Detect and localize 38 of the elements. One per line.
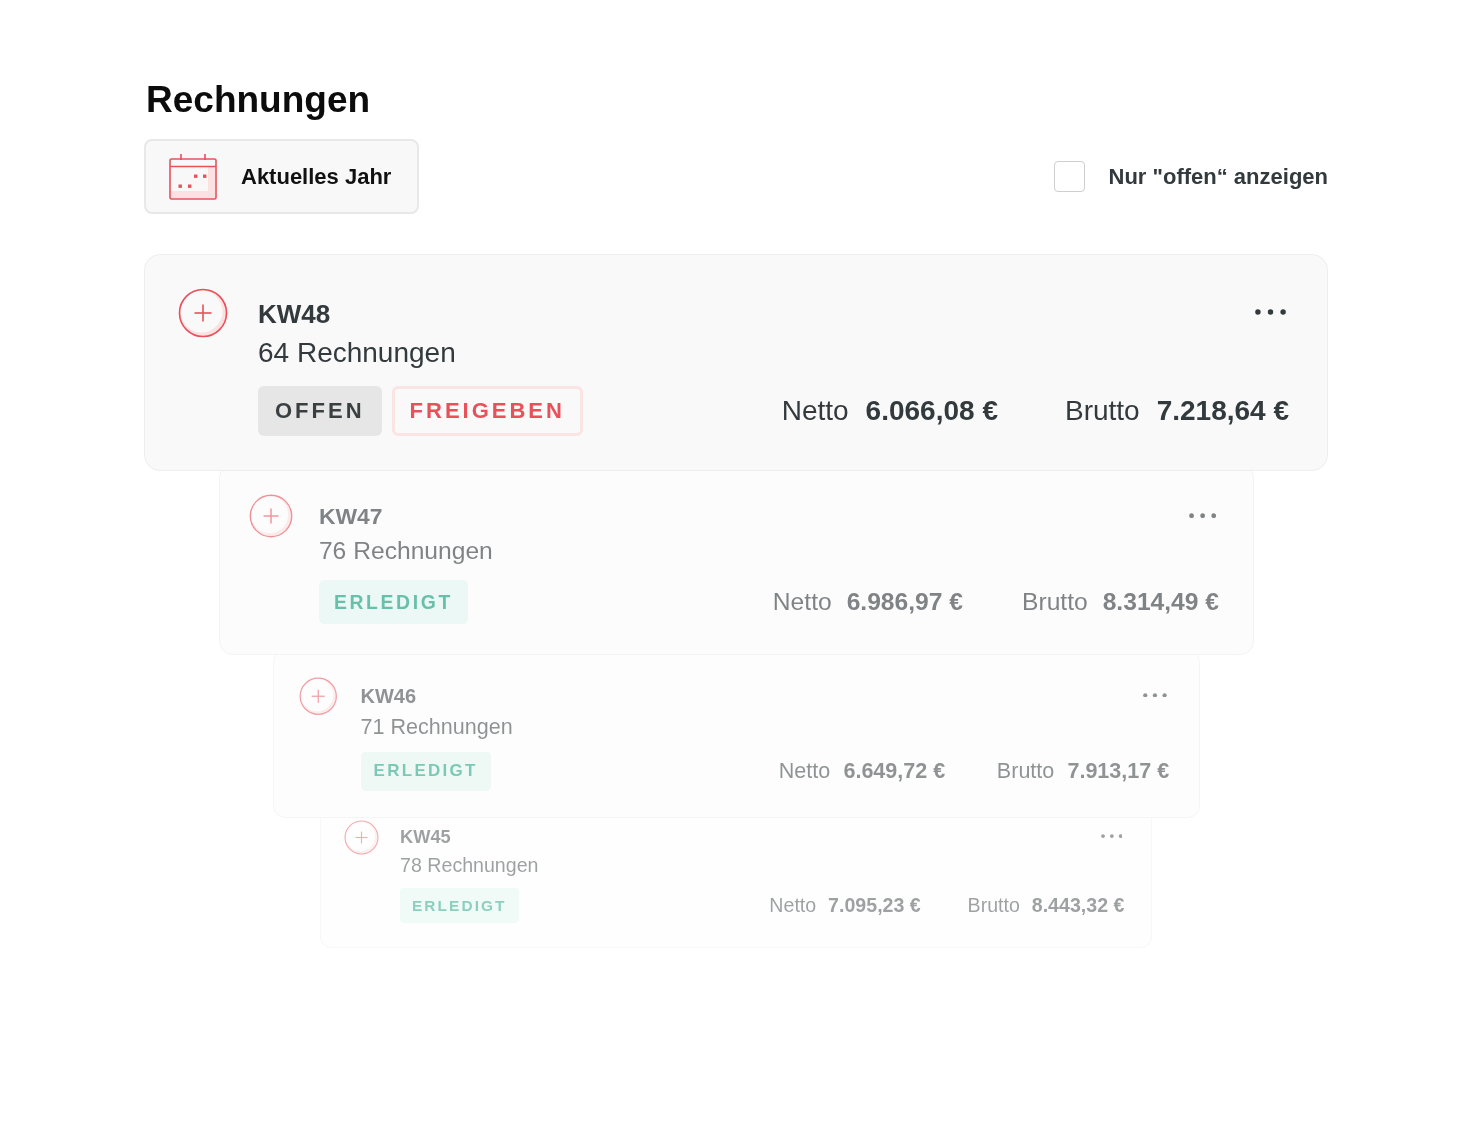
invoice-count: 71 Rechnungen bbox=[360, 712, 513, 741]
netto-amount: 6.986,97 € bbox=[846, 588, 964, 617]
plus-circle-icon[interactable] bbox=[344, 819, 380, 855]
more-icon[interactable] bbox=[1255, 309, 1286, 315]
checkbox-label[interactable]: Nur "offen“ anzeigen bbox=[1108, 163, 1328, 190]
week-title: KW45 bbox=[400, 826, 451, 850]
status-badge: ERLEDIGT bbox=[360, 752, 491, 791]
plus-circle-icon[interactable] bbox=[248, 494, 293, 539]
brutto-label: Brutto bbox=[967, 894, 1020, 918]
netto-label: Netto bbox=[781, 395, 849, 427]
date-filter-button[interactable]: Aktuelles Jahr bbox=[144, 139, 420, 214]
calendar-icon bbox=[169, 153, 217, 200]
netto-label: Netto bbox=[772, 588, 832, 617]
week-title: KW46 bbox=[360, 684, 417, 710]
invoice-count: 64 Rechnungen bbox=[258, 336, 456, 370]
page-title: Rechnungen bbox=[146, 78, 371, 122]
week-title: KW47 bbox=[318, 501, 383, 531]
brutto-amount: 8.314,49 € bbox=[1102, 588, 1220, 617]
brutto-label: Brutto bbox=[996, 758, 1055, 785]
brutto-label: Brutto bbox=[1064, 395, 1140, 427]
status-badge: OFFEN bbox=[258, 386, 382, 436]
brutto-amount: 8.443,32 € bbox=[1031, 894, 1125, 918]
brutto-label: Brutto bbox=[1022, 588, 1088, 617]
status-badge: ERLEDIGT bbox=[400, 888, 519, 924]
netto-amount: 7.095,23 € bbox=[828, 894, 921, 918]
brutto-amount: 7.913,17 € bbox=[1067, 758, 1170, 785]
netto-label: Netto bbox=[778, 758, 831, 785]
checkbox[interactable] bbox=[1053, 161, 1085, 192]
brutto-amount: 7.218,64 € bbox=[1156, 395, 1289, 427]
plus-circle-icon[interactable] bbox=[178, 288, 228, 338]
invoice-count: 76 Rechnungen bbox=[318, 536, 493, 567]
week-title: KW48 bbox=[258, 298, 331, 331]
invoice-count: 78 Rechnungen bbox=[400, 852, 539, 878]
netto-amount: 6.066,08 € bbox=[865, 395, 998, 427]
netto-label: Netto bbox=[769, 894, 817, 918]
status-badge: ERLEDIGT bbox=[318, 580, 468, 625]
plus-circle-icon[interactable] bbox=[298, 676, 338, 716]
netto-amount: 6.649,72 € bbox=[843, 758, 946, 785]
